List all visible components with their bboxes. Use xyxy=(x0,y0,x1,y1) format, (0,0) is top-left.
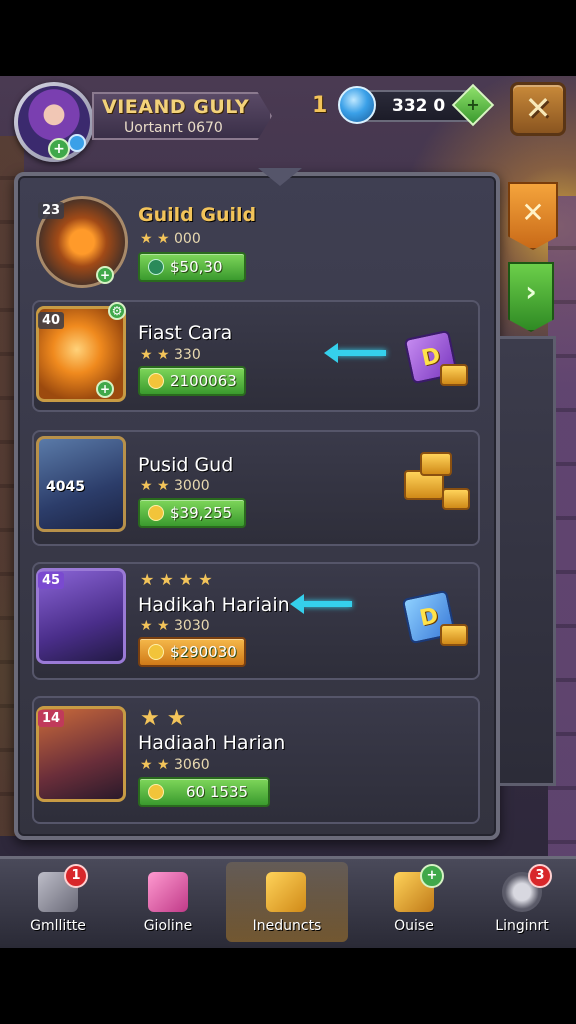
price-button[interactable]: $39,255 xyxy=(138,498,246,528)
gem-icon xyxy=(338,86,376,124)
nav-item-ineduncts[interactable]: Ineduncts xyxy=(226,862,348,942)
player-name: VIEAND GULY xyxy=(102,96,250,118)
notification-badge: 3 xyxy=(528,864,552,888)
plus-badge: + xyxy=(420,864,444,888)
side-tab-next[interactable]: › xyxy=(508,262,554,332)
item-rating: ★ ★ 3060 xyxy=(140,757,210,773)
nav-item-linginrt[interactable]: Linginrt xyxy=(472,862,572,942)
treasure-icon xyxy=(266,872,306,912)
price-button[interactable]: 60 1535 xyxy=(138,777,270,807)
price-button[interactable]: 2100063 xyxy=(138,366,246,396)
coin-icon xyxy=(148,784,164,800)
gold-bar-icon xyxy=(442,488,470,510)
item-level: 40 xyxy=(38,312,65,329)
plus-icon: + xyxy=(466,95,480,114)
gold-bar-icon xyxy=(440,364,468,386)
side-rail xyxy=(500,336,556,786)
gift-box-icon xyxy=(148,872,188,912)
notification-badge: 1 xyxy=(64,864,88,888)
gear-badge-icon: ⚙ xyxy=(108,302,126,320)
price-button[interactable]: $50,30 xyxy=(138,252,246,282)
item-title: Hadikah Hariain xyxy=(138,594,290,616)
nav-item-ouise[interactable]: Ouise xyxy=(364,862,464,942)
item-top-stars: ★ ★ xyxy=(140,706,187,731)
item-rating: ★ ★ 3000 xyxy=(140,478,210,494)
item-top-stars: ★ ★ ★ ★ xyxy=(140,570,213,589)
item-level: 45 xyxy=(38,572,65,589)
item-rating: ★ ★ 000 xyxy=(140,231,201,247)
letterbox-bottom xyxy=(0,948,576,1024)
player-level: 1 xyxy=(312,93,328,118)
nav-label: Gmllitte xyxy=(30,918,86,934)
gold-bar-icon xyxy=(440,624,468,646)
arrow-left-icon xyxy=(290,594,352,614)
letterbox-top xyxy=(0,0,576,76)
item-title: Pusid Gud xyxy=(138,454,234,476)
plus-badge-icon: + xyxy=(96,266,114,284)
nav-item-gmllitte[interactable]: Gmllitte xyxy=(8,862,108,942)
item-title: Hadiaah Harian xyxy=(138,732,286,754)
price-label: $39,255 xyxy=(170,504,233,522)
price-label: $50,30 xyxy=(170,258,223,276)
nav-label: Linginrt xyxy=(495,918,549,934)
gem-icon xyxy=(148,259,164,275)
price-label: $290030 xyxy=(170,643,237,661)
item-level: 14 xyxy=(38,710,65,727)
item-rating: ★ ★ 3030 xyxy=(140,618,210,634)
coin-icon xyxy=(148,644,164,660)
coin-icon xyxy=(148,373,164,389)
side-tab-close[interactable]: ✕ xyxy=(508,182,558,250)
nav-label: Ouise xyxy=(394,918,434,934)
close-button[interactable]: ✕ xyxy=(510,82,566,136)
item-level: 4045 xyxy=(46,479,85,495)
plus-badge-icon: + xyxy=(96,380,114,398)
price-button[interactable]: $290030 xyxy=(138,637,246,667)
currency-value: 332 0 xyxy=(392,96,446,116)
coin-icon xyxy=(148,505,164,521)
item-rating: ★ ★ 330 xyxy=(140,347,201,363)
price-label: 60 1535 xyxy=(186,783,249,801)
nav-label: Ineduncts xyxy=(252,918,322,934)
player-subtitle: Uortanrt 0670 xyxy=(124,120,223,136)
item-title: Fiast Cara xyxy=(138,322,233,344)
gold-bar-icon xyxy=(420,452,452,476)
arrow-left-icon xyxy=(324,343,386,363)
item-title: Guild Guild xyxy=(138,204,257,226)
nav-label: Gioline xyxy=(143,918,193,934)
avatar-gem-badge-icon xyxy=(68,134,86,152)
avatar-plus-badge[interactable]: + xyxy=(48,138,70,160)
nav-item-gioline[interactable]: Gioline xyxy=(118,862,218,942)
price-label: 2100063 xyxy=(170,372,237,390)
item-level: 23 xyxy=(38,202,65,219)
